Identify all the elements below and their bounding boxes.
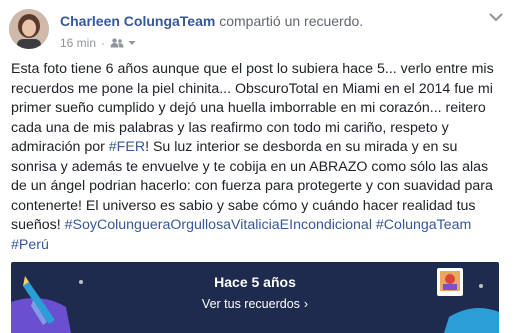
privacy-dropdown-icon[interactable]: [128, 40, 136, 46]
see-memories-label: Ver tus recuerdos: [201, 297, 300, 311]
timestamp[interactable]: 16 min: [60, 36, 96, 50]
avatar-image: [9, 9, 49, 49]
author-name[interactable]: Charleen ColungaTeam: [60, 13, 215, 29]
memory-card[interactable]: Hace 5 años Ver tus recuerdos ›: [11, 262, 499, 333]
shared-memory-post: Charleen ColungaTeam compartió un recuer…: [0, 0, 514, 333]
post-text: Esta foto tiene 6 años aunque que el pos…: [11, 60, 501, 255]
hashtag-colungateam[interactable]: #ColungaTeam: [376, 217, 471, 233]
hashtag-peru[interactable]: #Perú: [11, 237, 49, 253]
chevron-down-icon[interactable]: [488, 10, 504, 24]
post-header: Charleen ColungaTeam compartió un recuer…: [60, 13, 363, 29]
photo-hand-illustration: [437, 268, 499, 333]
post-meta: 16 min ·: [60, 36, 136, 50]
hashtag-fer[interactable]: #FER: [109, 139, 145, 155]
avatar[interactable]: [9, 9, 49, 49]
hashtag-soy-colunguera[interactable]: #SoyColungueraOrgullosaVitaliciaEIncondi…: [65, 217, 372, 233]
chevron-right-icon: ›: [303, 297, 309, 311]
post-action-text: compartió un recuerdo.: [219, 13, 364, 29]
friends-icon[interactable]: [110, 38, 124, 48]
meta-separator: ·: [101, 36, 106, 50]
